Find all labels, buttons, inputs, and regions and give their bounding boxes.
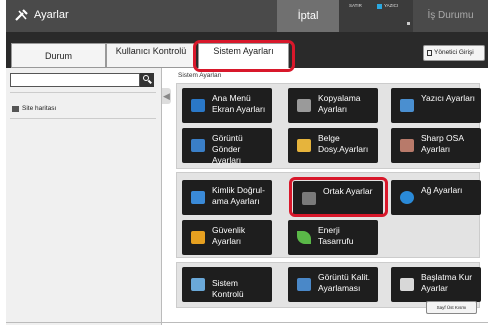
cancel-button[interactable]: İptal: [277, 0, 339, 32]
leaf-icon: [297, 231, 311, 244]
folder-icon: [297, 139, 311, 152]
tile-enerji-tasarrufu[interactable]: Enerji Tasarrufu: [288, 220, 378, 255]
lock-icon: [191, 231, 205, 244]
tile-sistem-kontrolu[interactable]: Sistem Kontrolü: [182, 267, 272, 302]
tile-yazici-ayarlari[interactable]: Yazıcı Ayarları: [391, 88, 481, 123]
divider: [10, 92, 156, 93]
tile-label: Ağ Ayarları: [421, 185, 463, 195]
sitemap-link[interactable]: Site haritası: [10, 101, 156, 117]
breadcrumb: Sistem Ayarları: [178, 72, 222, 79]
status-right-label: YAZICI: [384, 3, 399, 8]
tile-label: Sistem Kontrolü: [212, 278, 244, 299]
collapse-sidebar-button[interactable]: ◀: [162, 88, 171, 104]
tile-sharp-osa-ayarlari[interactable]: Sharp OSA Ayarları: [391, 128, 481, 163]
search-button[interactable]: [140, 73, 154, 87]
job-status-button[interactable]: İş Durumu: [413, 0, 488, 32]
image-quality-icon: [297, 278, 311, 291]
network-icon: [400, 191, 414, 204]
tile-label: Ana Menü Ekran Ayarları: [212, 93, 266, 114]
status-left-label: SATIR: [349, 3, 362, 8]
settings-screen: Ayarlar İptal SATIR YAZICI İş Durumu Dur…: [6, 0, 488, 325]
tile-label: Görüntü Kalit. Ayarlaması: [318, 272, 370, 293]
image-send-icon: [191, 139, 205, 152]
tile-label: Görüntü Gönder Ayarları: [212, 133, 243, 165]
admin-login-button[interactable]: Yönetici Girişi: [423, 45, 485, 61]
osa-icon: [400, 139, 414, 152]
window-title: Ayarlar: [34, 9, 69, 21]
tile-goruntu-gonder-ayarlari[interactable]: Görüntü Gönder Ayarları: [182, 128, 272, 165]
tile-goruntu-kalit-ayarlamasi[interactable]: Görüntü Kalit. Ayarlaması: [288, 267, 378, 302]
users-icon: [191, 191, 205, 204]
status-dot: [407, 22, 410, 25]
highlight-frame-tab: [193, 40, 295, 72]
printer-icon: [400, 99, 414, 112]
tile-label: Başlatma Kur Ayarlar: [421, 272, 473, 293]
scroll-to-top-button[interactable]: Sayf Üst Kısmı: [426, 301, 477, 314]
bottom-border: [6, 322, 488, 323]
sidebar: Site haritası: [6, 68, 162, 325]
home-icon: [191, 99, 205, 112]
tile-belge-dosy-ayarlari[interactable]: Belge Dosy.Ayarları: [288, 128, 378, 163]
system-check-icon: [191, 278, 205, 291]
startup-icon: [400, 278, 414, 291]
sitemap-label: Site haritası: [22, 105, 57, 112]
tile-baslatma-kur-ayarlar[interactable]: Başlatma Kur Ayarlar: [391, 267, 481, 302]
tab-durum[interactable]: Durum: [11, 43, 106, 68]
tile-label: Kimlik Doğrul- ama Ayarları: [212, 185, 265, 206]
top-bar: Ayarlar İptal SATIR YAZICI İş Durumu: [6, 0, 488, 32]
search-input[interactable]: [10, 73, 140, 87]
tile-kopyalama-ayarlari[interactable]: Kopyalama Ayarları: [288, 88, 378, 123]
status-color-square: [377, 4, 382, 9]
copy-icon: [297, 99, 311, 112]
tile-guvenlik-ayarlari[interactable]: Güvenlik Ayarları: [182, 220, 272, 255]
tile-label: Enerji Tasarrufu: [318, 225, 354, 246]
tools-icon: [15, 9, 28, 21]
title-area: Ayarlar: [6, 0, 277, 32]
tile-label: Kopyalama Ayarları: [318, 93, 361, 114]
tile-kimlik-dogrulama-ayarlari[interactable]: Kimlik Doğrul- ama Ayarları: [182, 180, 272, 215]
tile-ag-ayarlari[interactable]: Ağ Ayarları: [391, 180, 481, 215]
status-indicator: SATIR YAZICI: [339, 0, 413, 32]
highlight-frame-ortak-ayarlar: [289, 177, 388, 217]
admin-login-label: Yönetici Girişi: [434, 49, 474, 56]
divider: [10, 118, 156, 119]
tile-label: Sharp OSA Ayarları: [421, 133, 464, 154]
tile-label: Güvenlik Ayarları: [212, 225, 246, 246]
login-icon: [427, 50, 432, 56]
tile-label: Belge Dosy.Ayarları: [318, 133, 369, 154]
tile-label: Yazıcı Ayarları: [421, 93, 476, 103]
sitemap-icon: [12, 106, 19, 112]
tab-kullanici-kontrolu[interactable]: Kullanıcı Kontrolü: [106, 43, 196, 68]
tile-ana-menu-ekran-ayarlari[interactable]: Ana Menü Ekran Ayarları: [182, 88, 272, 123]
